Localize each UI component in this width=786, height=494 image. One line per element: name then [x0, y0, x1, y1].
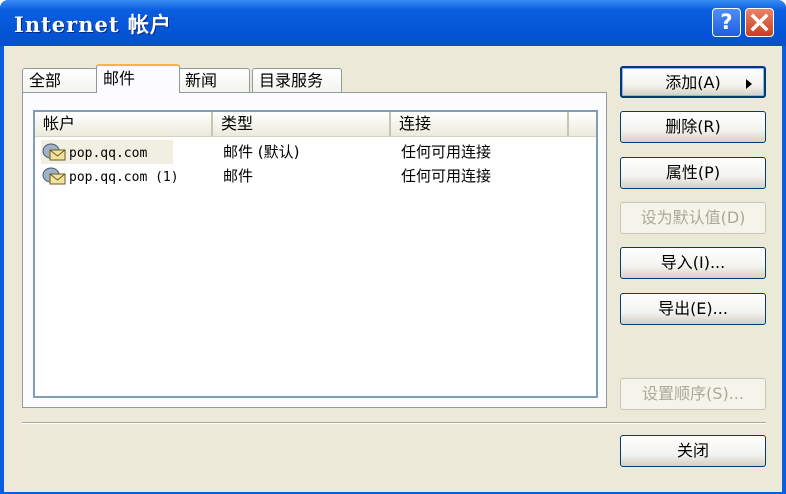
help-button[interactable]: ? [712, 8, 741, 37]
set-order-button[interactable]: 设置顺序(S)... [620, 378, 766, 410]
close-icon [750, 13, 769, 32]
add-button-label: 添加(A) [665, 73, 721, 92]
tab-panel-mail: 帐户 类型 连接 pop.qq.com 邮件 (默认) 任何可用连接 pop.q… [22, 92, 607, 408]
import-button[interactable]: 导入(I)... [620, 247, 766, 279]
list-item[interactable]: pop.qq.com 邮件 (默认) 任何可用连接 [35, 140, 596, 164]
mail-account-icon [42, 143, 66, 160]
tab-directory-service[interactable]: 目录服务 [252, 68, 342, 92]
internet-accounts-window: Internet 帐户 ? 全部 邮件 新闻 目录服务 帐户 类型 连接 pop… [0, 0, 786, 494]
account-name: pop.qq.com (1) [69, 170, 179, 185]
add-button[interactable]: 添加(A) [620, 66, 766, 98]
properties-button[interactable]: 属性(P) [620, 157, 766, 189]
column-header-account[interactable]: 帐户 [35, 112, 213, 136]
account-connection: 任何可用连接 [401, 167, 492, 185]
account-name-cell: pop.qq.com [41, 140, 173, 164]
mail-account-icon [42, 167, 66, 184]
list-header: 帐户 类型 连接 [35, 112, 596, 137]
window-title: Internet 帐户 [14, 12, 172, 37]
help-icon: ? [720, 10, 733, 34]
title-bar[interactable]: Internet 帐户 ? [0, 0, 786, 46]
tab-news[interactable]: 新闻 [178, 68, 250, 92]
dialog-body: 全部 邮件 新闻 目录服务 帐户 类型 连接 pop.qq.com 邮件 (默认… [4, 46, 782, 492]
close-window-button[interactable] [745, 8, 774, 37]
divider [22, 422, 766, 424]
set-default-button[interactable]: 设为默认值(D) [620, 202, 766, 234]
export-button[interactable]: 导出(E)... [620, 293, 766, 325]
column-header-connection[interactable]: 连接 [391, 112, 569, 136]
column-header-type[interactable]: 类型 [213, 112, 391, 136]
account-connection: 任何可用连接 [401, 143, 492, 161]
account-name: pop.qq.com [69, 146, 148, 161]
remove-button[interactable]: 删除(R) [620, 111, 766, 143]
submenu-arrow-icon [746, 79, 752, 89]
close-button[interactable]: 关闭 [620, 435, 766, 467]
account-type: 邮件 (默认) [223, 143, 300, 161]
list-item[interactable]: pop.qq.com (1) 邮件 任何可用连接 [35, 164, 596, 188]
accounts-list[interactable]: 帐户 类型 连接 pop.qq.com 邮件 (默认) 任何可用连接 pop.q… [33, 110, 598, 398]
account-name-cell: pop.qq.com (1) [41, 164, 211, 188]
tab-mail[interactable]: 邮件 [96, 64, 180, 93]
account-type: 邮件 [223, 167, 254, 185]
tab-all[interactable]: 全部 [22, 68, 98, 92]
